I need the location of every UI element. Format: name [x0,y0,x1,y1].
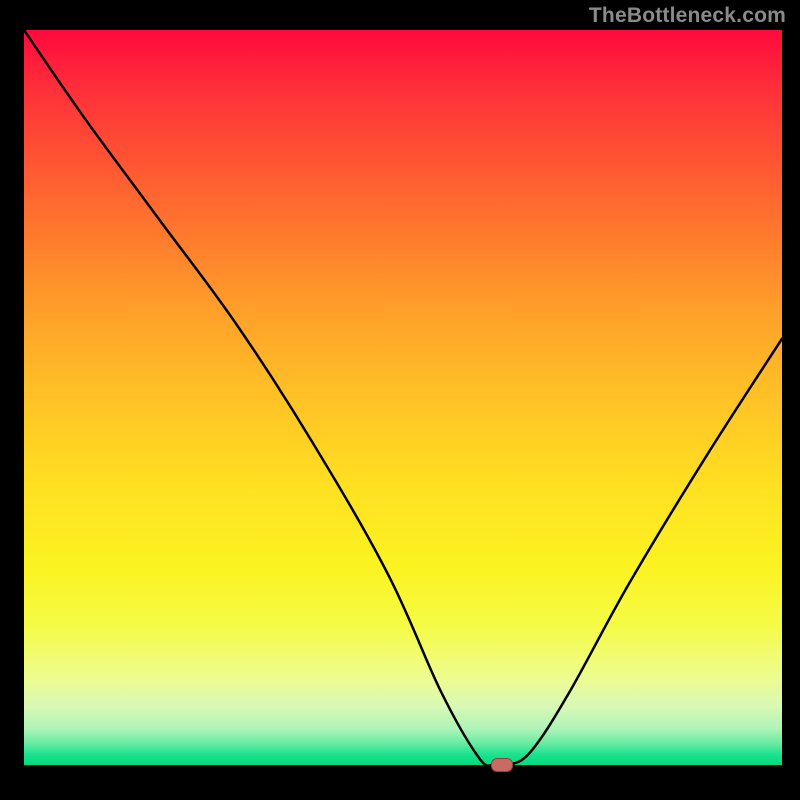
watermark-text: TheBottleneck.com [589,4,786,28]
bottleneck-curve-path [24,30,782,765]
optimum-marker [491,758,513,772]
curve-svg [24,30,782,765]
chart-container: TheBottleneck.com [0,0,800,800]
plot-area [24,30,782,765]
